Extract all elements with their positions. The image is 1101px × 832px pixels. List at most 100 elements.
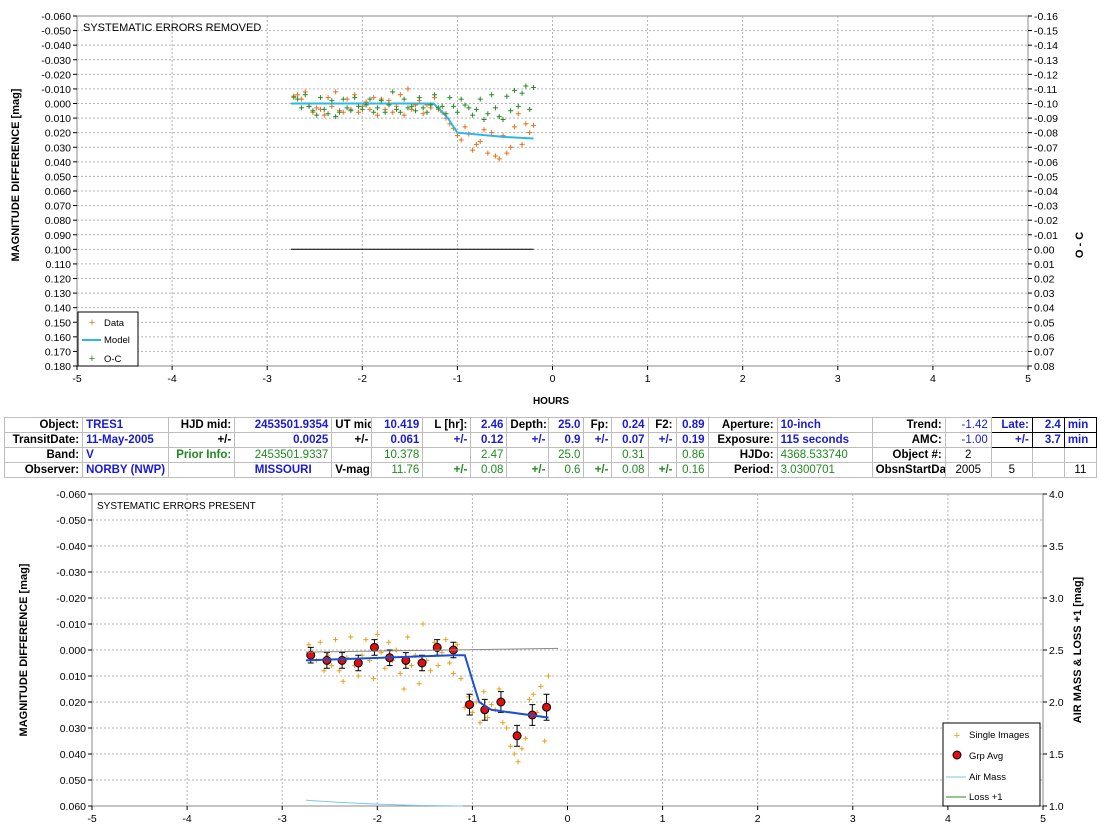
y-tick-label: 0.180 <box>45 361 71 373</box>
period-label: Period: <box>707 462 778 478</box>
f2-value: 0.89 <box>675 417 709 433</box>
upper-chart-x-axis: -5 -4 -3 -2 -1 0 1 2 3 4 5 <box>72 366 1031 385</box>
lower-chart-y2-axis: 1.0 1.5 2.0 2.5 3.0 3.5 4.0 <box>1043 489 1064 813</box>
legend-air-mass-label: Air Mass <box>969 772 1006 783</box>
aperture-label: Aperture: <box>707 417 778 433</box>
prior-ut-value: 10.378 <box>371 447 424 463</box>
empty-cell <box>168 462 236 478</box>
amc-value: -1.00 <box>944 432 992 448</box>
y-tick-label: 0.040 <box>45 157 71 169</box>
object-number-label: Object #: <box>871 447 946 463</box>
y2-tick-label: -0.03 <box>1034 201 1058 213</box>
x-tick-label: 1 <box>660 813 666 825</box>
fp-pm-label: +/- <box>583 432 613 448</box>
y2-tick-label: -0.02 <box>1034 215 1058 227</box>
legend-model-label: Model <box>104 335 130 346</box>
vmag-depth-error: 0.6 <box>548 462 585 478</box>
y-tick-label: -0.030 <box>56 567 86 579</box>
x-tick-label: -5 <box>72 373 81 385</box>
y-tick-label: 0.110 <box>46 259 72 271</box>
grp-avg-point <box>465 700 475 710</box>
band-label: Band: <box>3 447 84 463</box>
prior-hjd-value: 2453501.9337 <box>234 447 333 463</box>
obs-start-day: 11 <box>1063 462 1098 478</box>
y-tick-label: -0.040 <box>56 541 86 553</box>
transit-date-label: TransitDate: <box>3 432 84 448</box>
x-tick-label: -4 <box>167 373 176 385</box>
lower-chart-legend: + Single Images Grp Avg Air Mass Loss +1 <box>942 722 1041 807</box>
ut-error-value: 0.061 <box>371 432 424 448</box>
depth-value: 25.0 <box>548 417 585 433</box>
y2-tick-label: 2.5 <box>1049 645 1064 657</box>
prior-f2-value: 0.86 <box>675 447 709 463</box>
prior-depth-value: 25.0 <box>548 447 585 463</box>
x-tick-label: 4 <box>930 373 936 385</box>
y2-tick-label: 1.5 <box>1049 749 1064 761</box>
late-value: 2.4 <box>1031 417 1065 433</box>
hjd-mid-label: HJD mid: <box>168 417 236 433</box>
y2-tick-label: 0.07 <box>1034 346 1055 358</box>
y-tick-label: -0.040 <box>41 40 71 52</box>
info-row-1: Object: TRES1 HJD mid: 2453501.9354 UT m… <box>3 417 1098 433</box>
y2-tick-label: -0.06 <box>1034 157 1058 169</box>
y-tick-label: 0.020 <box>45 128 71 140</box>
x-tick-label: 0 <box>565 813 571 825</box>
prior-fp-value: 0.31 <box>611 447 649 463</box>
y-tick-label: -0.060 <box>41 11 71 23</box>
length-label: L [hr]: <box>422 417 472 433</box>
y-tick-label: 0.050 <box>45 171 71 183</box>
y-tick-label: 0.040 <box>60 749 86 761</box>
vmag-f2-error: 0.16 <box>675 462 709 478</box>
y2-tick-label: 1.0 <box>1049 801 1064 813</box>
y-tick-label: -0.020 <box>56 593 86 605</box>
lower-chart-title: SYSTEMATIC ERRORS PRESENT <box>97 501 256 512</box>
ut-mid-label: UT mid: <box>331 417 373 433</box>
y-tick-label: 0.030 <box>60 723 86 735</box>
fp-label: Fp: <box>583 417 613 433</box>
legend-oc-marker: + <box>89 353 95 365</box>
y-tick-label: -0.020 <box>41 69 71 81</box>
fp-error-value: 0.07 <box>611 432 649 448</box>
y2-tick-label: 3.5 <box>1049 541 1064 553</box>
prior-length-value: 2.47 <box>470 447 508 463</box>
y2-tick-label: -0.07 <box>1034 142 1058 154</box>
exposure-value: 115 seconds <box>776 432 873 448</box>
legend-oc-label: O-C <box>104 354 122 365</box>
y-tick-label: 0.070 <box>45 201 71 213</box>
y-tick-label: 0.170 <box>45 346 71 358</box>
empty-cell <box>647 447 677 463</box>
y-tick-label: 0.130 <box>45 288 71 300</box>
x-tick-label: -3 <box>263 373 272 385</box>
y2-tick-label: 0.03 <box>1034 288 1055 300</box>
depth-pm-label: +/- <box>506 432 550 448</box>
object-label: Object: <box>3 417 84 433</box>
y-tick-label: -0.050 <box>56 515 86 527</box>
upper-chart-y2-axis: -0.16 -0.15 -0.14 -0.13 -0.12 -0.11 -0.10 -0.09… <box>1028 11 1058 373</box>
period-value: 3.0300701 <box>776 462 873 478</box>
f2-pm-label: +/- <box>647 432 677 448</box>
y-tick-label: 0.010 <box>60 671 86 683</box>
legend-data-marker: + <box>89 317 95 329</box>
y-tick-label: -0.050 <box>41 26 71 38</box>
y-tick-label: -0.060 <box>56 489 86 501</box>
band-value: V <box>82 447 170 463</box>
y-tick-label: 0.050 <box>60 775 86 787</box>
empty-cell <box>990 447 1033 463</box>
y-tick-label: 0.060 <box>60 801 86 813</box>
lower-chart-y-label: MAGNITUDE DIFFERENCE [mag] <box>18 563 30 736</box>
x-tick-label: 4 <box>945 813 951 825</box>
object-number-value: 2 <box>944 447 992 463</box>
empty-cell <box>583 447 613 463</box>
f2-error-value: 0.19 <box>675 432 709 448</box>
lower-chart-y2-label: AIR MASS & LOSS +1 [mag] <box>1072 576 1084 723</box>
vmag-length-error: 0.08 <box>470 462 508 478</box>
ut-mid-value: 10.419 <box>371 417 424 433</box>
empty-cell <box>1063 447 1098 463</box>
obs-start-year: 2005 <box>944 462 992 478</box>
fp-value: 0.24 <box>611 417 649 433</box>
late-error-value: 3.7 <box>1031 432 1065 448</box>
f2-label: F2: <box>647 417 677 433</box>
empty-cell <box>331 447 373 463</box>
info-row-4: Observer: NORBY (NWP) MISSOURI V-mag: 11… <box>3 462 1098 478</box>
grp-avg-point <box>542 702 552 712</box>
